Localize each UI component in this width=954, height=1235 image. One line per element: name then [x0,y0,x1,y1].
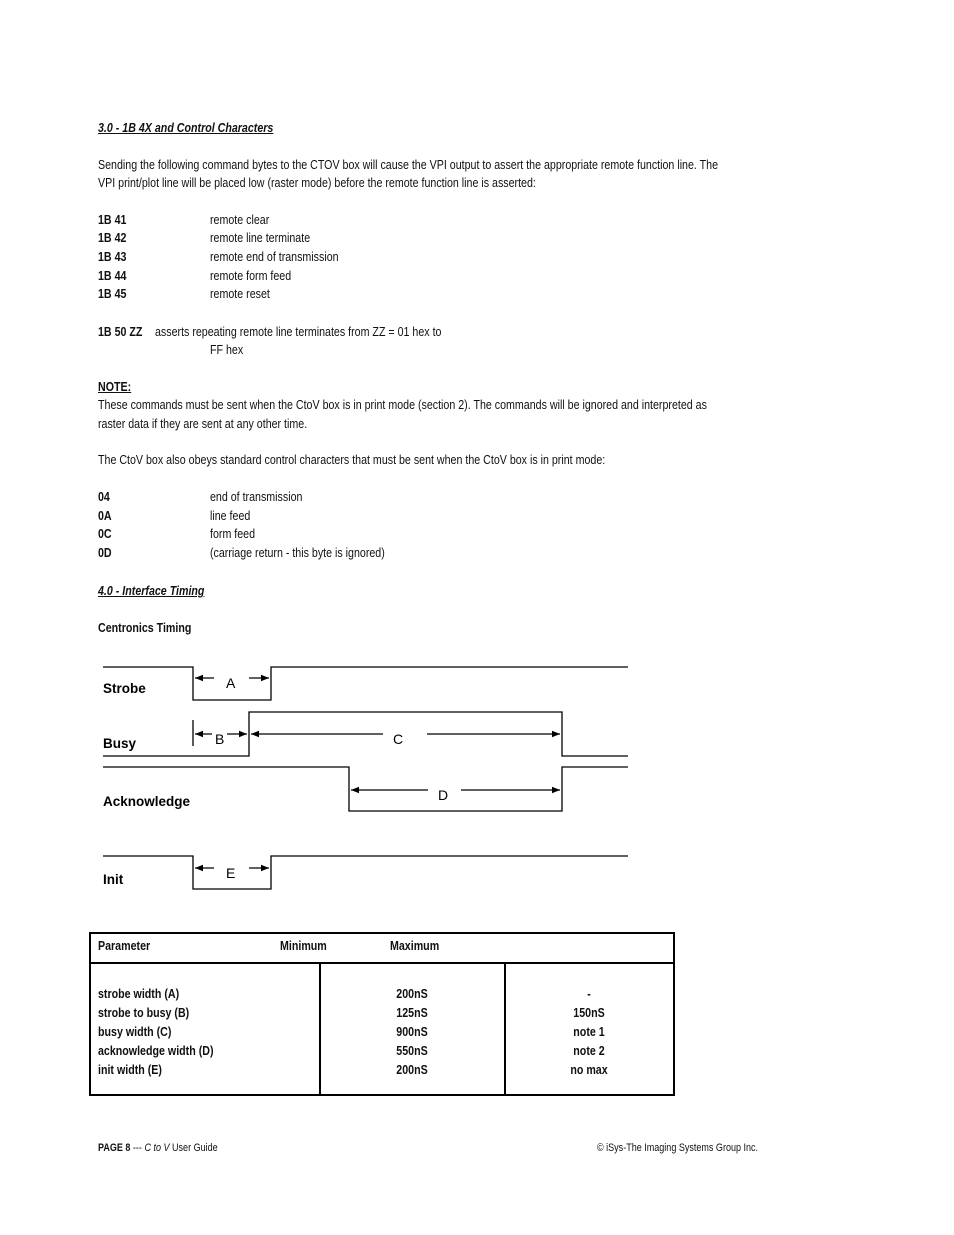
interval-label-b: B [215,731,224,747]
minimum-value: 900nS [396,1024,428,1039]
table-cell-parameter: strobe to busy (B) [98,1005,190,1020]
column-divider [319,964,321,1094]
table-cell-parameter: acknowledge width (D) [98,1043,214,1058]
header-parameter: Parameter [98,938,151,953]
table-cell-minimum: 200nS [347,984,477,1003]
maximum-value: - [587,986,591,1001]
table-cell-minimum: 900nS [347,1022,477,1041]
table-cell-minimum: 550nS [347,1041,477,1060]
signal-label-acknowledge: Acknowledge [103,794,191,809]
footer-separator: --- [130,1142,145,1154]
table-header-row: Parameter Minimum Maximum [91,934,673,964]
table-cell-maximum: no max [524,1060,654,1079]
table-cell-maximum: note 1 [524,1022,654,1041]
table-cell-minimum: 200nS [347,1060,477,1079]
table-cell-parameter: busy width (C) [98,1024,172,1039]
interval-label-c: C [393,731,403,747]
header-maximum: Maximum [390,938,440,953]
minimum-value: 550nS [396,1043,428,1058]
table-cell-parameter: init width (E) [98,1062,162,1077]
page-number: PAGE 8 [98,1142,131,1154]
minimum-value: 200nS [396,1062,428,1077]
table-cell-maximum: note 2 [524,1041,654,1060]
timing-diagram: Strobe Busy Acknowledge Init A B C D E [103,666,628,890]
signal-label-busy: Busy [103,736,137,751]
init-waveform [103,855,628,890]
footer-copyright: © iSys-The Imaging Systems Group Inc. [597,1142,759,1154]
minimum-value: 125nS [396,1005,428,1020]
maximum-value: note 2 [573,1043,605,1058]
maximum-value: no max [570,1062,608,1077]
header-minimum: Minimum [280,938,327,953]
maximum-value: 150nS [573,1005,605,1020]
timing-table: Parameter Minimum Maximum strobe width (… [89,932,675,1096]
interval-label-a: A [226,675,236,691]
table-cell-parameter: strobe width (A) [98,986,180,1001]
table-cell-minimum: 125nS [347,1003,477,1022]
guide-title: User Guide [169,1142,218,1154]
interval-label-e: E [226,865,235,881]
strobe-waveform [103,666,628,701]
table-cell-maximum: - [524,984,654,1003]
interval-label-d: D [438,787,448,803]
product-name: C to V [144,1142,170,1154]
minimum-value: 200nS [396,986,428,1001]
column-divider [504,964,506,1094]
maximum-value: note 1 [573,1024,605,1039]
signal-label-init: Init [103,872,124,887]
signal-label-strobe: Strobe [103,681,146,696]
document-page: 3.0 - 1B 4X and Control Characters Sendi… [0,0,954,1235]
table-cell-maximum: 150nS [524,1003,654,1022]
footer-left: PAGE 8 --- C to V User Guide [98,1141,218,1155]
